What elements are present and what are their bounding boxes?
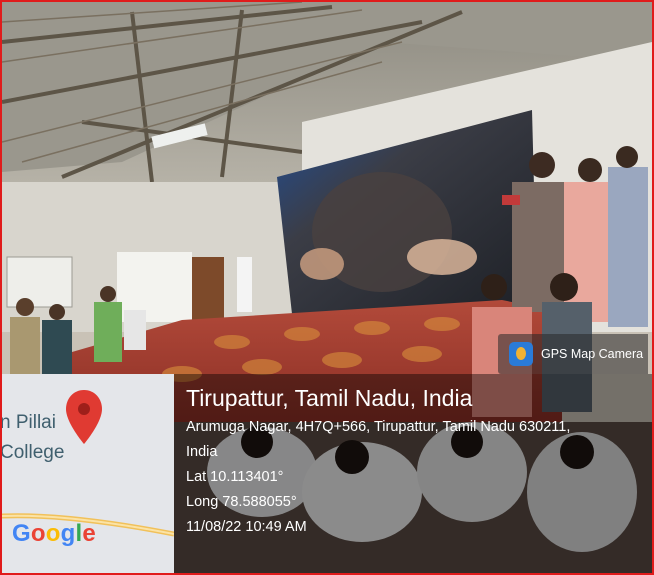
map-place-label: n Pillai College	[2, 412, 65, 463]
geotag-overlay: n Pillai College Google Tirupattur, Tami…	[2, 374, 652, 573]
latitude: Lat 10.113401°	[186, 469, 284, 485]
google-letter: g	[60, 520, 76, 547]
google-letter: e	[82, 520, 96, 547]
google-letter: o	[45, 520, 61, 547]
map-pin-icon	[66, 390, 102, 444]
address-line-1: Arumuga Nagar, 4H7Q+566, Tirupattur, Tam…	[186, 419, 571, 435]
date-time: 11/08/22 10:49 AM	[186, 519, 307, 535]
location-info-panel: Tirupattur, Tamil Nadu, India Arumuga Na…	[174, 374, 652, 573]
google-logo: Google	[12, 520, 96, 548]
address-line-2: India	[186, 444, 218, 460]
google-letter: G	[12, 520, 31, 547]
badge-label: GPS Map Camera	[541, 347, 644, 361]
google-letter: o	[30, 520, 46, 547]
photo-frame: GPS Map Camera n Pillai College Google T…	[0, 0, 654, 575]
gps-map-camera-app-icon	[509, 342, 533, 366]
longitude: Long 78.588055°	[186, 494, 297, 510]
location-title: Tirupattur, Tamil Nadu, India	[186, 385, 473, 411]
map-thumbnail: n Pillai College Google	[2, 374, 174, 573]
gps-map-camera-badge: GPS Map Camera	[498, 334, 648, 374]
